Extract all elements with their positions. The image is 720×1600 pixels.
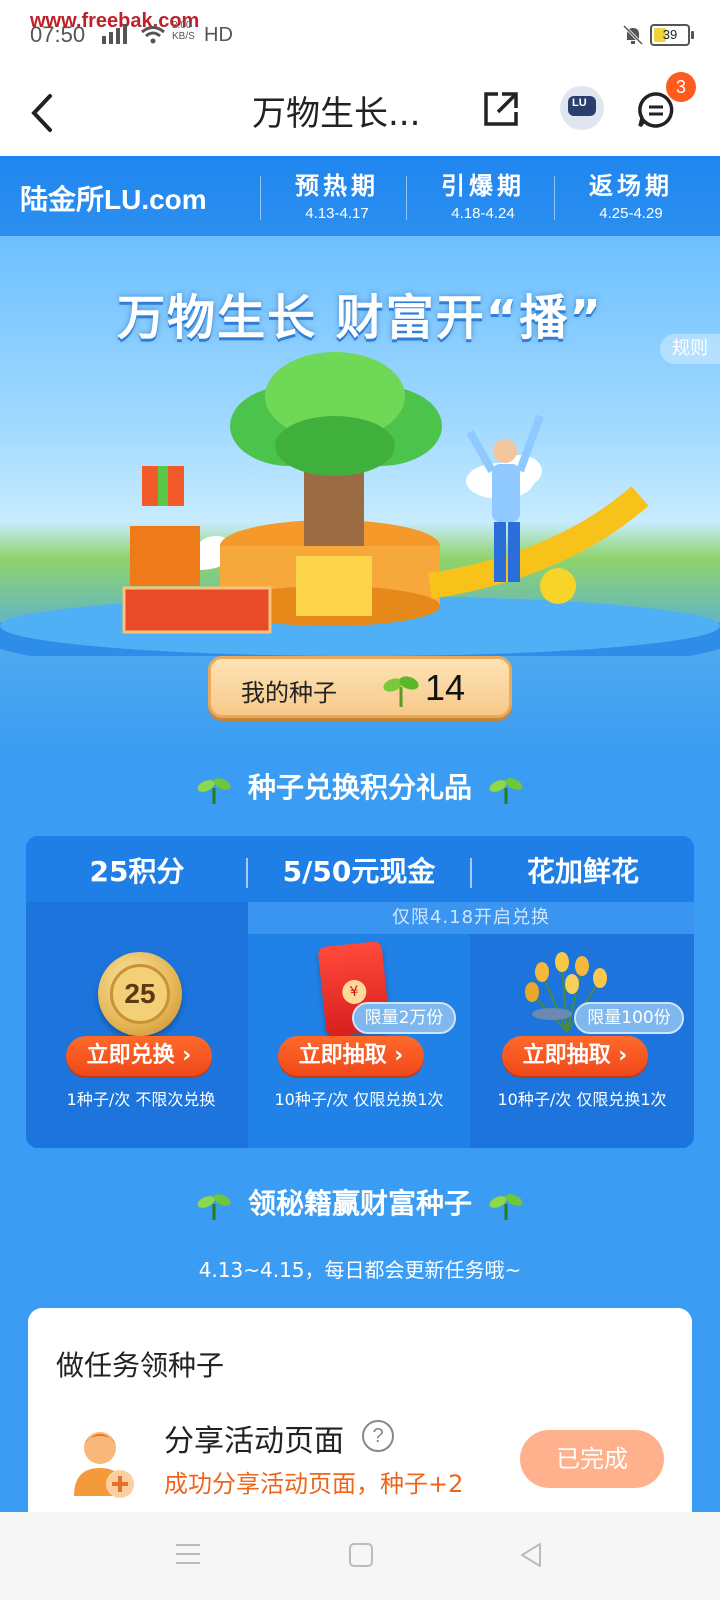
sprout-icon — [489, 778, 523, 804]
phase-date: 4.25-4.29 — [599, 205, 663, 222]
yuan-seal: ¥ — [341, 978, 368, 1006]
page-title: 万物生长... — [252, 94, 421, 134]
user-add-icon — [74, 1432, 134, 1498]
gift-tabs: 25积分 5/50元现金 花加鲜花 — [26, 836, 694, 902]
divider — [406, 176, 407, 220]
back-icon[interactable] — [24, 88, 64, 138]
nav-bar: 万物生长... 3 — [0, 70, 720, 156]
phase-date: 4.18-4.24 — [451, 205, 515, 222]
section-title-text: 领秘籍赢财富种子 — [247, 1187, 472, 1220]
mute-bell-icon — [622, 24, 644, 46]
gift-note: 10种子/次 仅限兑换1次 — [497, 1090, 667, 1109]
phase-name: 预热期 — [295, 172, 379, 200]
phase-warmup[interactable]: 预热期 4.13-4.17 — [260, 166, 412, 222]
button-label: 立即兑换 — [86, 1043, 175, 1068]
gift-tab-flowers[interactable]: 花加鲜花 — [472, 850, 694, 890]
back-nav-icon[interactable] — [518, 1542, 544, 1568]
limit-badge: 限量100份 — [574, 1002, 684, 1034]
draw-cash-button[interactable]: 立即抽取 › — [278, 1036, 424, 1076]
message-badge: 3 — [666, 72, 696, 102]
redeem-points-button[interactable]: 立即兑换 › — [66, 1036, 212, 1076]
sprout-icon — [383, 676, 419, 707]
gift-tab-cash[interactable]: 5/50元现金 — [248, 850, 470, 890]
battery-text: 39 — [662, 27, 678, 42]
help-icon[interactable]: ? — [362, 1420, 394, 1452]
robot-icon[interactable] — [560, 86, 604, 130]
button-label: 立即抽取 — [522, 1043, 611, 1068]
gift-tab-points[interactable]: 25积分 — [26, 850, 248, 890]
task-card-heading: 做任务领种子 — [56, 1349, 225, 1382]
gift-note: 1种子/次 不限次兑换 — [66, 1090, 216, 1109]
hero-banner: 万物生长 财富开“播” 规则 我的种子 14 — [0, 236, 720, 756]
phase-burst[interactable]: 引爆期 4.18-4.24 — [406, 166, 558, 222]
share-icon[interactable] — [480, 88, 522, 130]
points-coin-image: 25 — [98, 952, 182, 1036]
task-name: 分享活动页面 — [164, 1424, 344, 1459]
coin-value: 25 — [110, 964, 170, 1024]
network-speed: 2.00 KB/S — [172, 20, 195, 42]
sprout-icon — [197, 1194, 231, 1220]
phase-name: 返场期 — [589, 172, 673, 200]
hero-illustration — [0, 352, 720, 656]
phase-name: 引爆期 — [441, 172, 525, 200]
task-update-note: 4.13~4.15，每日都会更新任务哦~ — [198, 1258, 522, 1282]
battery-indicator: 39 — [650, 24, 694, 46]
button-label: 立即抽取 — [298, 1043, 387, 1068]
lufax-logo: 陆金所LU.com — [20, 184, 207, 215]
section-title-text: 种子兑换积分礼品 — [247, 771, 472, 804]
signal-icon — [102, 24, 127, 44]
gift-exchange-card: 25积分 5/50元现金 花加鲜花 仅限4.18开启兑换 25 立即兑换 › 1… — [26, 836, 694, 1148]
sprout-icon — [489, 1194, 523, 1220]
task-description: 成功分享活动页面，种子+2 — [164, 1470, 464, 1498]
my-seeds-count: 14 — [425, 667, 466, 708]
task-card: 做任务领种子 分享活动页面 ? 成功分享活动页面，种子+2 已完成 — [28, 1308, 692, 1528]
phase-date: 4.13-4.17 — [305, 205, 369, 222]
secret-section-title: 领秘籍赢财富种子 — [0, 1182, 720, 1222]
phase-return[interactable]: 返场期 4.25-4.29 — [554, 166, 706, 222]
status-bar: 07:50 www.freebak.com 2.00 KB/S HD 39 — [0, 0, 720, 70]
hd-indicator: HD — [204, 24, 233, 46]
my-seeds-label: 我的种子 — [241, 679, 337, 707]
divider — [260, 176, 261, 220]
task-completed-button[interactable]: 已完成 — [520, 1430, 664, 1488]
exchange-section-title: 种子兑换积分礼品 — [0, 766, 720, 806]
limit-badge: 限量2万份 — [352, 1002, 456, 1034]
menu-icon[interactable] — [174, 1542, 202, 1566]
system-nav-bar — [0, 1512, 720, 1600]
draw-flowers-button[interactable]: 立即抽取 › — [502, 1036, 648, 1076]
exchange-notice: 仅限4.18开启兑换 — [248, 902, 694, 934]
home-icon[interactable] — [348, 1542, 374, 1568]
sprout-icon — [197, 778, 231, 804]
phase-bar: 陆金所LU.com 预热期 4.13-4.17 引爆期 4.18-4.24 返场… — [0, 156, 720, 236]
gift-note: 10种子/次 仅限兑换1次 — [274, 1090, 444, 1109]
divider — [554, 176, 555, 220]
my-seeds-panel: 我的种子 14 — [208, 656, 512, 718]
wifi-icon — [141, 26, 165, 44]
